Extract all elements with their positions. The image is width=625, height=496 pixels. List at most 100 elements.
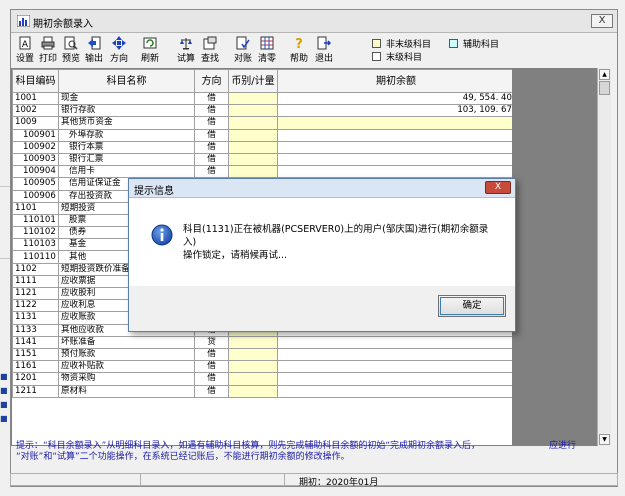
table-row[interactable]: 100904 信用卡借: [12, 165, 512, 179]
cell-name[interactable]: 银行汇票: [58, 152, 195, 167]
cell-direction[interactable]: 借: [194, 360, 229, 374]
cell-name[interactable]: 其他货币资金: [58, 116, 195, 130]
cell-currency[interactable]: [228, 116, 278, 130]
cell-currency[interactable]: [228, 384, 278, 398]
cell-currency[interactable]: [228, 152, 278, 167]
cell-amount[interactable]: [277, 116, 512, 130]
cell-direction[interactable]: 借: [194, 91, 229, 106]
cell-direction[interactable]: 借: [194, 128, 229, 142]
cell-amount[interactable]: [277, 372, 512, 386]
cell-direction[interactable]: 借: [194, 372, 229, 386]
cell-currency[interactable]: [228, 140, 278, 154]
cell-code[interactable]: 1161: [12, 360, 59, 374]
cell-code[interactable]: 110110: [12, 250, 59, 264]
cell-name[interactable]: 物资采购: [58, 372, 195, 386]
window-close-button[interactable]: X: [591, 14, 613, 28]
cell-code[interactable]: 1121: [12, 286, 59, 301]
cell-code[interactable]: 110103: [12, 238, 59, 252]
cell-direction[interactable]: 借: [194, 140, 229, 154]
cell-amount[interactable]: 49, 554. 40: [277, 91, 512, 106]
direction-button[interactable]: 方向: [108, 35, 130, 67]
cell-direction[interactable]: 借: [194, 165, 229, 179]
cell-currency[interactable]: [228, 335, 278, 349]
cell-code[interactable]: 1111: [12, 274, 59, 289]
cell-name[interactable]: 信用卡: [58, 165, 195, 179]
cell-code[interactable]: 100901: [12, 128, 59, 142]
cell-code[interactable]: 100903: [12, 152, 59, 167]
scroll-thumb[interactable]: [599, 81, 610, 95]
cell-name[interactable]: 原材料: [58, 384, 195, 398]
cell-name[interactable]: 现金: [58, 91, 195, 106]
table-row[interactable]: 1211 原材料借: [12, 384, 512, 398]
cell-currency[interactable]: [228, 165, 278, 179]
table-row[interactable]: 100903 银行汇票借: [12, 152, 512, 167]
reconcile-button[interactable]: 对账: [232, 35, 254, 67]
table-row[interactable]: 1002 银行存款借 103, 109. 67: [12, 104, 512, 118]
cell-code[interactable]: 1131: [12, 311, 59, 325]
cell-code[interactable]: 1009: [12, 116, 59, 130]
header-amount[interactable]: 期初余额: [277, 69, 512, 93]
cell-amount[interactable]: [277, 384, 512, 398]
cell-code[interactable]: 1201: [12, 372, 59, 386]
find-button[interactable]: 查找: [199, 35, 221, 67]
cell-name[interactable]: 应收补贴款: [58, 360, 195, 374]
table-row[interactable]: 1161 应收补贴款借: [12, 360, 512, 374]
cell-currency[interactable]: [228, 360, 278, 374]
cell-name[interactable]: 银行存款: [58, 104, 195, 118]
cell-direction[interactable]: 借: [194, 152, 229, 167]
cell-code[interactable]: 100905: [12, 177, 59, 191]
cell-code[interactable]: 1151: [12, 347, 59, 362]
cell-name[interactable]: 预付账款: [58, 347, 195, 362]
cell-amount[interactable]: [277, 152, 512, 167]
cell-amount[interactable]: [277, 165, 512, 179]
table-row[interactable]: 1009 其他货币资金借: [12, 116, 512, 130]
cell-currency[interactable]: [228, 372, 278, 386]
cell-code[interactable]: 1101: [12, 201, 59, 215]
cell-currency[interactable]: [228, 347, 278, 362]
cell-amount[interactable]: [277, 128, 512, 142]
exit-button[interactable]: 退出: [313, 35, 335, 67]
cell-code[interactable]: 1102: [12, 262, 59, 276]
cell-code[interactable]: 110102: [12, 226, 59, 240]
vertical-scrollbar[interactable]: ▲ ▼: [597, 68, 611, 446]
export-button[interactable]: 输出: [83, 35, 105, 67]
cell-direction[interactable]: 借: [194, 347, 229, 362]
cell-code[interactable]: 110101: [12, 213, 59, 228]
cell-code[interactable]: 1211: [12, 384, 59, 398]
cell-amount[interactable]: [277, 360, 512, 374]
cell-code[interactable]: 1122: [12, 299, 59, 313]
clear-button[interactable]: 清零: [256, 35, 278, 67]
cell-code[interactable]: 100906: [12, 189, 59, 203]
dialog-close-button[interactable]: X: [485, 181, 511, 194]
cell-currency[interactable]: [228, 104, 278, 118]
cell-code[interactable]: 1133: [12, 323, 59, 337]
header-currency[interactable]: 币别/计量: [228, 69, 278, 93]
cell-amount[interactable]: [277, 347, 512, 362]
print-button[interactable]: 打印: [37, 35, 59, 67]
cell-name[interactable]: 坏账准备: [58, 335, 195, 349]
cell-direction[interactable]: 借: [194, 104, 229, 118]
cell-code[interactable]: 1001: [12, 91, 59, 106]
cell-amount[interactable]: 103, 109. 67: [277, 104, 512, 118]
preview-button[interactable]: 预览: [60, 35, 82, 67]
header-code[interactable]: 科目编码: [12, 69, 59, 93]
cell-direction[interactable]: 借: [194, 384, 229, 398]
cell-name[interactable]: 银行本票: [58, 140, 195, 154]
cell-amount[interactable]: [277, 140, 512, 154]
cell-currency[interactable]: [228, 91, 278, 106]
help-button[interactable]: ? 帮助: [288, 35, 310, 67]
ok-button[interactable]: 确定: [438, 295, 506, 317]
scroll-up-arrow[interactable]: ▲: [599, 69, 610, 80]
cell-direction[interactable]: 借: [194, 116, 229, 130]
header-direction[interactable]: 方向: [194, 69, 229, 93]
setup-button[interactable]: A 设置: [14, 35, 36, 67]
cell-code[interactable]: 1141: [12, 335, 59, 349]
refresh-button[interactable]: 刷新: [139, 35, 161, 67]
table-row[interactable]: 100902 银行本票借: [12, 140, 512, 154]
table-row[interactable]: 1201 物资采购借: [12, 372, 512, 386]
trial-balance-button[interactable]: 试算: [175, 35, 197, 67]
table-row[interactable]: 100901 外埠存款借: [12, 128, 512, 142]
header-name[interactable]: 科目名称: [58, 69, 195, 93]
cell-direction[interactable]: 贷: [194, 335, 229, 349]
cell-name[interactable]: 外埠存款: [58, 128, 195, 142]
